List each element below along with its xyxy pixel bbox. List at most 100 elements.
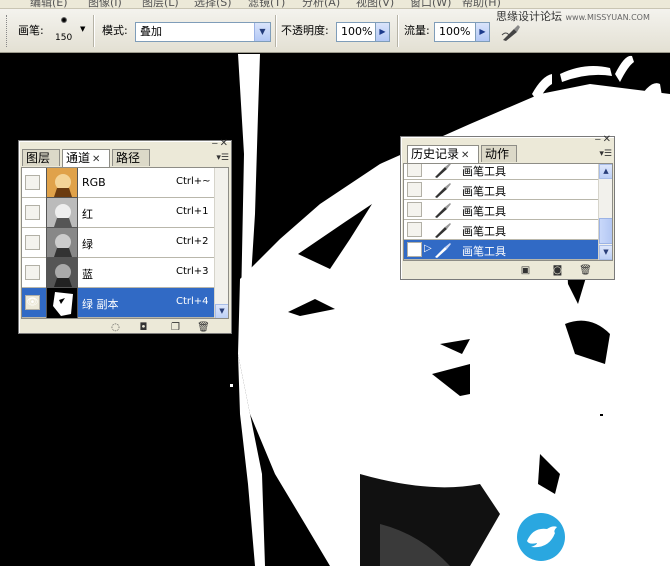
brush-tip-icon — [61, 17, 67, 23]
opacity-value: 100% — [341, 25, 373, 38]
trash-icon[interactable]: 🗑 — [197, 322, 210, 333]
history-panel: ‒ ✕ 历史记录 ✕ 动作 ▾☰ 画笔工具 画笔工具 画笔工具 画笔工具 ▷ 画… — [400, 135, 615, 280]
history-state-current[interactable]: ▷ 画笔工具 — [404, 240, 599, 260]
brush-size-label: 150 — [55, 33, 73, 43]
minimize-icon[interactable]: ‒ — [595, 135, 601, 145]
tab-label: 图层 — [26, 151, 51, 165]
menu-view[interactable]: 视图(V) — [356, 0, 394, 8]
channel-shortcut: Ctrl+1 — [176, 206, 209, 217]
channel-shortcut: Ctrl+4 — [176, 296, 209, 307]
close-icon[interactable]: ✕ — [603, 135, 611, 145]
visibility-toggle[interactable] — [25, 235, 40, 250]
menu-edit[interactable]: 编辑(E) — [30, 0, 68, 8]
tab-channels[interactable]: 通道 ✕ — [62, 149, 110, 167]
menu-image[interactable]: 图像(I) — [88, 0, 122, 8]
channel-name: RGB — [82, 176, 106, 189]
panel-header[interactable]: ‒ ✕ — [401, 135, 614, 145]
menu-window[interactable]: 窗口(W) — [410, 0, 451, 8]
menu-select[interactable]: 选择(S) — [194, 0, 232, 8]
options-grip[interactable] — [6, 15, 8, 47]
scroll-up-icon[interactable]: ▲ — [599, 164, 612, 179]
brush-icon — [435, 223, 451, 238]
history-state[interactable]: 画笔工具 — [404, 164, 599, 180]
bird-logo-icon — [517, 513, 565, 561]
watermark-top: 思缘设计论坛 www.MISSYUAN.COM — [496, 8, 650, 24]
opacity-label: 不透明度: — [281, 24, 329, 37]
scroll-down-icon[interactable]: ▼ — [599, 245, 612, 260]
menu-analysis[interactable]: 分析(A) — [302, 0, 340, 8]
scrollbar-thumb[interactable] — [599, 218, 612, 244]
panel-menu-button[interactable]: ▾☰ — [216, 153, 229, 163]
separator — [397, 15, 399, 47]
snapshot-source-toggle[interactable] — [407, 222, 422, 237]
flow-value: 100% — [439, 25, 471, 38]
channel-row-green-copy[interactable]: 👁 绿 副本 Ctrl+4 — [22, 287, 215, 318]
visibility-toggle[interactable] — [25, 175, 40, 190]
snapshot-icon[interactable]: ◙ — [551, 265, 564, 276]
tab-label: 路径 — [116, 151, 141, 165]
blend-mode-select[interactable]: 叠加 ▼ — [135, 22, 271, 42]
brush-icon — [435, 203, 451, 218]
history-state[interactable]: 画笔工具 — [404, 180, 599, 200]
snapshot-source-toggle[interactable] — [407, 182, 422, 197]
tab-history[interactable]: 历史记录 ✕ — [407, 145, 479, 163]
snapshot-source-toggle[interactable] — [407, 202, 422, 217]
watermark-url: www.MISSYUAN.COM — [565, 13, 650, 22]
close-icon[interactable]: ✕ — [92, 154, 100, 165]
tab-actions[interactable]: 动作 — [481, 145, 517, 162]
channel-row-blue[interactable]: 蓝 Ctrl+3 — [22, 257, 215, 289]
visibility-toggle[interactable] — [25, 205, 40, 220]
channel-thumbnail — [46, 257, 78, 289]
minimize-icon[interactable]: ‒ — [212, 139, 218, 149]
channel-row-green[interactable]: 绿 Ctrl+2 — [22, 227, 215, 259]
tab-paths[interactable]: 路径 — [112, 149, 150, 166]
tab-label: 历史记录 — [411, 147, 460, 161]
blend-mode-value: 叠加 — [140, 25, 162, 38]
flow-slider-button[interactable]: ▶ — [475, 22, 490, 42]
history-scrollbar[interactable]: ▲ ▼ — [598, 164, 612, 260]
close-icon[interactable]: ✕ — [220, 139, 228, 149]
history-state[interactable]: 画笔工具 — [404, 200, 599, 220]
chevron-down-icon[interactable]: ▼ — [254, 23, 270, 41]
brush-icon — [435, 183, 451, 198]
brush-icon — [435, 164, 451, 178]
panel-header[interactable]: ‒ ✕ — [19, 139, 231, 149]
snapshot-source-toggle[interactable] — [407, 164, 422, 177]
mask-icon[interactable]: ◘ — [137, 322, 150, 333]
trash-icon[interactable]: 🗑 — [579, 265, 592, 276]
new-document-icon[interactable]: ▣ — [519, 265, 532, 276]
channels-scrollbar[interactable]: ▼ — [214, 168, 228, 318]
history-state-label: 画笔工具 — [462, 225, 506, 238]
panel-menu-button[interactable]: ▾☰ — [599, 149, 612, 159]
airbrush-toggle[interactable] — [500, 21, 522, 43]
channel-thumbnail — [46, 287, 78, 318]
eye-icon[interactable]: 👁 — [25, 295, 40, 310]
history-state[interactable]: 画笔工具 — [404, 220, 599, 240]
history-state-label: 画笔工具 — [462, 245, 506, 258]
new-channel-icon[interactable]: ❐ — [169, 322, 182, 333]
channel-row-red[interactable]: 红 Ctrl+1 — [22, 197, 215, 229]
channel-row-rgb[interactable]: RGB Ctrl+~ — [22, 168, 215, 199]
menu-layer[interactable]: 图层(L) — [142, 0, 179, 8]
snapshot-source-toggle[interactable] — [407, 242, 422, 257]
channel-thumbnail — [46, 227, 78, 259]
flow-input[interactable]: 100% — [434, 22, 476, 42]
opacity-input[interactable]: 100% — [336, 22, 376, 42]
document-canvas[interactable]: ‒ ✕ 图层 通道 ✕ 路径 ▾☰ RGB Ctrl+~ 红 Ctrl+1 绿 … — [0, 54, 670, 566]
channel-shortcut: Ctrl+~ — [176, 176, 211, 187]
visibility-toggle[interactable] — [25, 265, 40, 280]
chevron-down-icon: ▼ — [80, 25, 86, 33]
mode-label: 模式: — [102, 24, 128, 37]
channel-name: 蓝 — [82, 268, 93, 281]
brush-preset-picker[interactable]: 150 ▼ — [52, 13, 92, 49]
scroll-down-icon[interactable]: ▼ — [215, 304, 228, 318]
channels-panel: ‒ ✕ 图层 通道 ✕ 路径 ▾☰ RGB Ctrl+~ 红 Ctrl+1 绿 … — [18, 139, 232, 334]
channel-name: 绿 — [82, 238, 93, 251]
close-icon[interactable]: ✕ — [461, 150, 469, 161]
separator — [275, 15, 277, 47]
dotted-circle-icon[interactable]: ◌ — [109, 322, 122, 333]
channel-name: 绿 副本 — [82, 298, 119, 311]
menu-filter[interactable]: 滤镜(T) — [248, 0, 285, 8]
tab-layers[interactable]: 图层 — [22, 149, 60, 166]
opacity-slider-button[interactable]: ▶ — [375, 22, 390, 42]
